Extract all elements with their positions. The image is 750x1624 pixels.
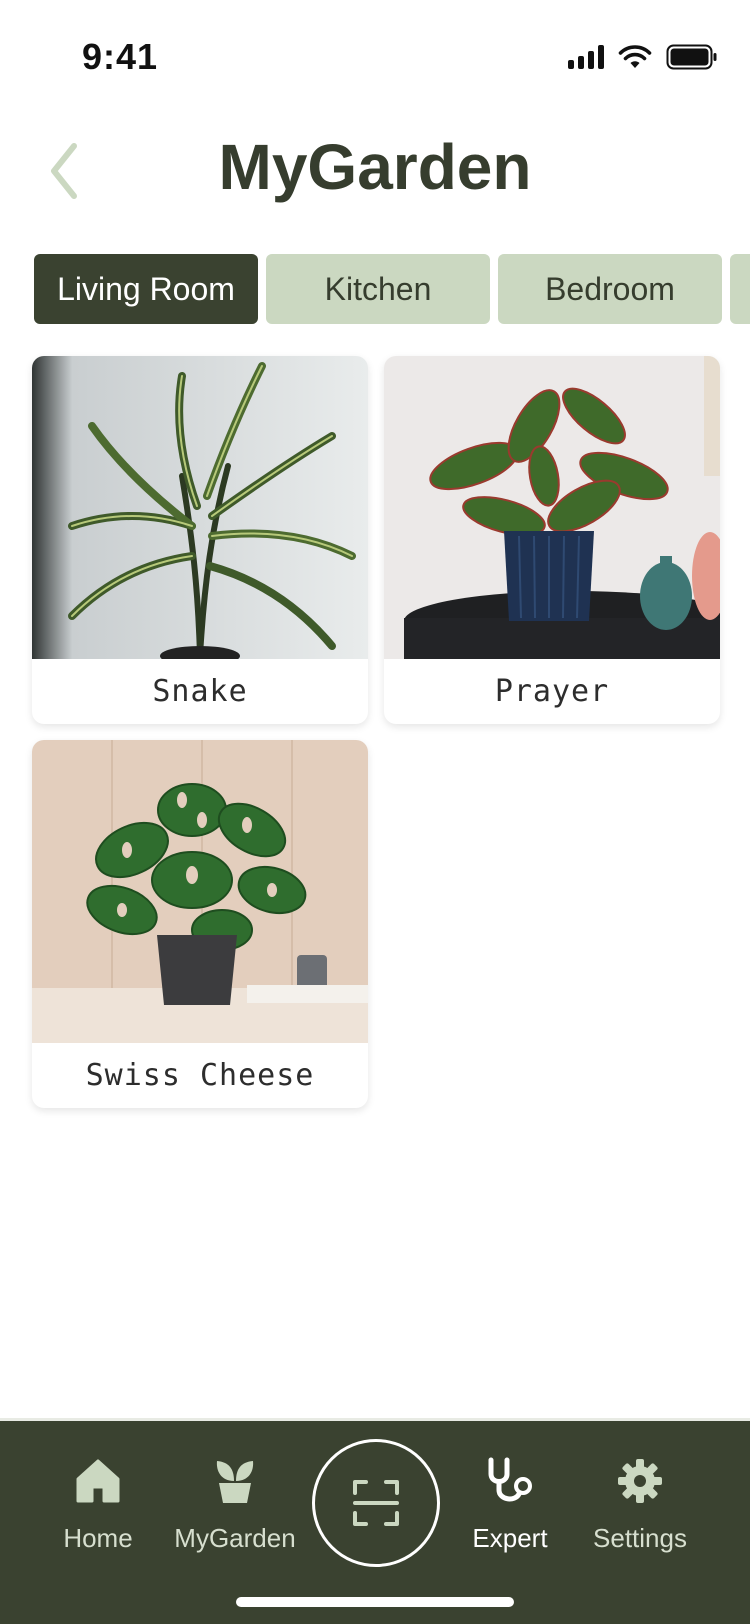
stethoscope-icon (480, 1451, 540, 1511)
plant-photo-snake (32, 356, 368, 659)
tab-kitchen[interactable]: Kitchen (266, 254, 490, 324)
header: MyGarden (0, 120, 750, 220)
plant-name: Snake (152, 674, 248, 709)
nav-label: Settings (593, 1523, 687, 1553)
plant-card-swiss-cheese[interactable]: Swiss Cheese (32, 740, 368, 1108)
home-icon (68, 1451, 128, 1511)
gear-icon (610, 1451, 670, 1511)
wifi-icon (618, 45, 652, 68)
battery-icon (666, 44, 717, 70)
home-indicator (236, 1597, 514, 1607)
bottom-nav: Home MyGarden Expert Settings (0, 1418, 750, 1624)
plant-photo-swiss-cheese (32, 740, 368, 1043)
status-time: 9:41 (82, 36, 159, 77)
cellular-signal-icon (568, 45, 604, 69)
scan-button[interactable] (312, 1439, 440, 1567)
plant-name: Prayer (494, 674, 610, 709)
tab-more[interactable] (730, 254, 750, 324)
tab-bedroom[interactable]: Bedroom (498, 254, 722, 324)
tab-living-room[interactable]: Living Room (34, 254, 258, 324)
scan-icon (353, 1480, 399, 1526)
nav-label: MyGarden (174, 1523, 296, 1553)
plant-photo-prayer (384, 356, 720, 659)
plant-card-prayer[interactable]: Prayer (384, 356, 720, 724)
plant-grid: Snake Prayer Swiss Cheese (32, 356, 720, 1108)
status-icons (568, 44, 718, 70)
nav-label: Home (63, 1523, 133, 1553)
room-tabs: Living Room Kitchen Bedroom (34, 254, 750, 324)
page-title: MyGarden (218, 131, 532, 203)
status-bar: 9:41 (0, 0, 750, 110)
nav-label: Expert (472, 1523, 548, 1553)
plant-icon (205, 1451, 265, 1511)
nav-home[interactable]: Home (28, 1451, 168, 1554)
plant-card-snake[interactable]: Snake (32, 356, 368, 724)
nav-expert[interactable]: Expert (440, 1451, 580, 1554)
nav-settings[interactable]: Settings (570, 1451, 710, 1554)
plant-name: Swiss Cheese (85, 1058, 315, 1093)
nav-mygarden[interactable]: MyGarden (165, 1451, 305, 1554)
